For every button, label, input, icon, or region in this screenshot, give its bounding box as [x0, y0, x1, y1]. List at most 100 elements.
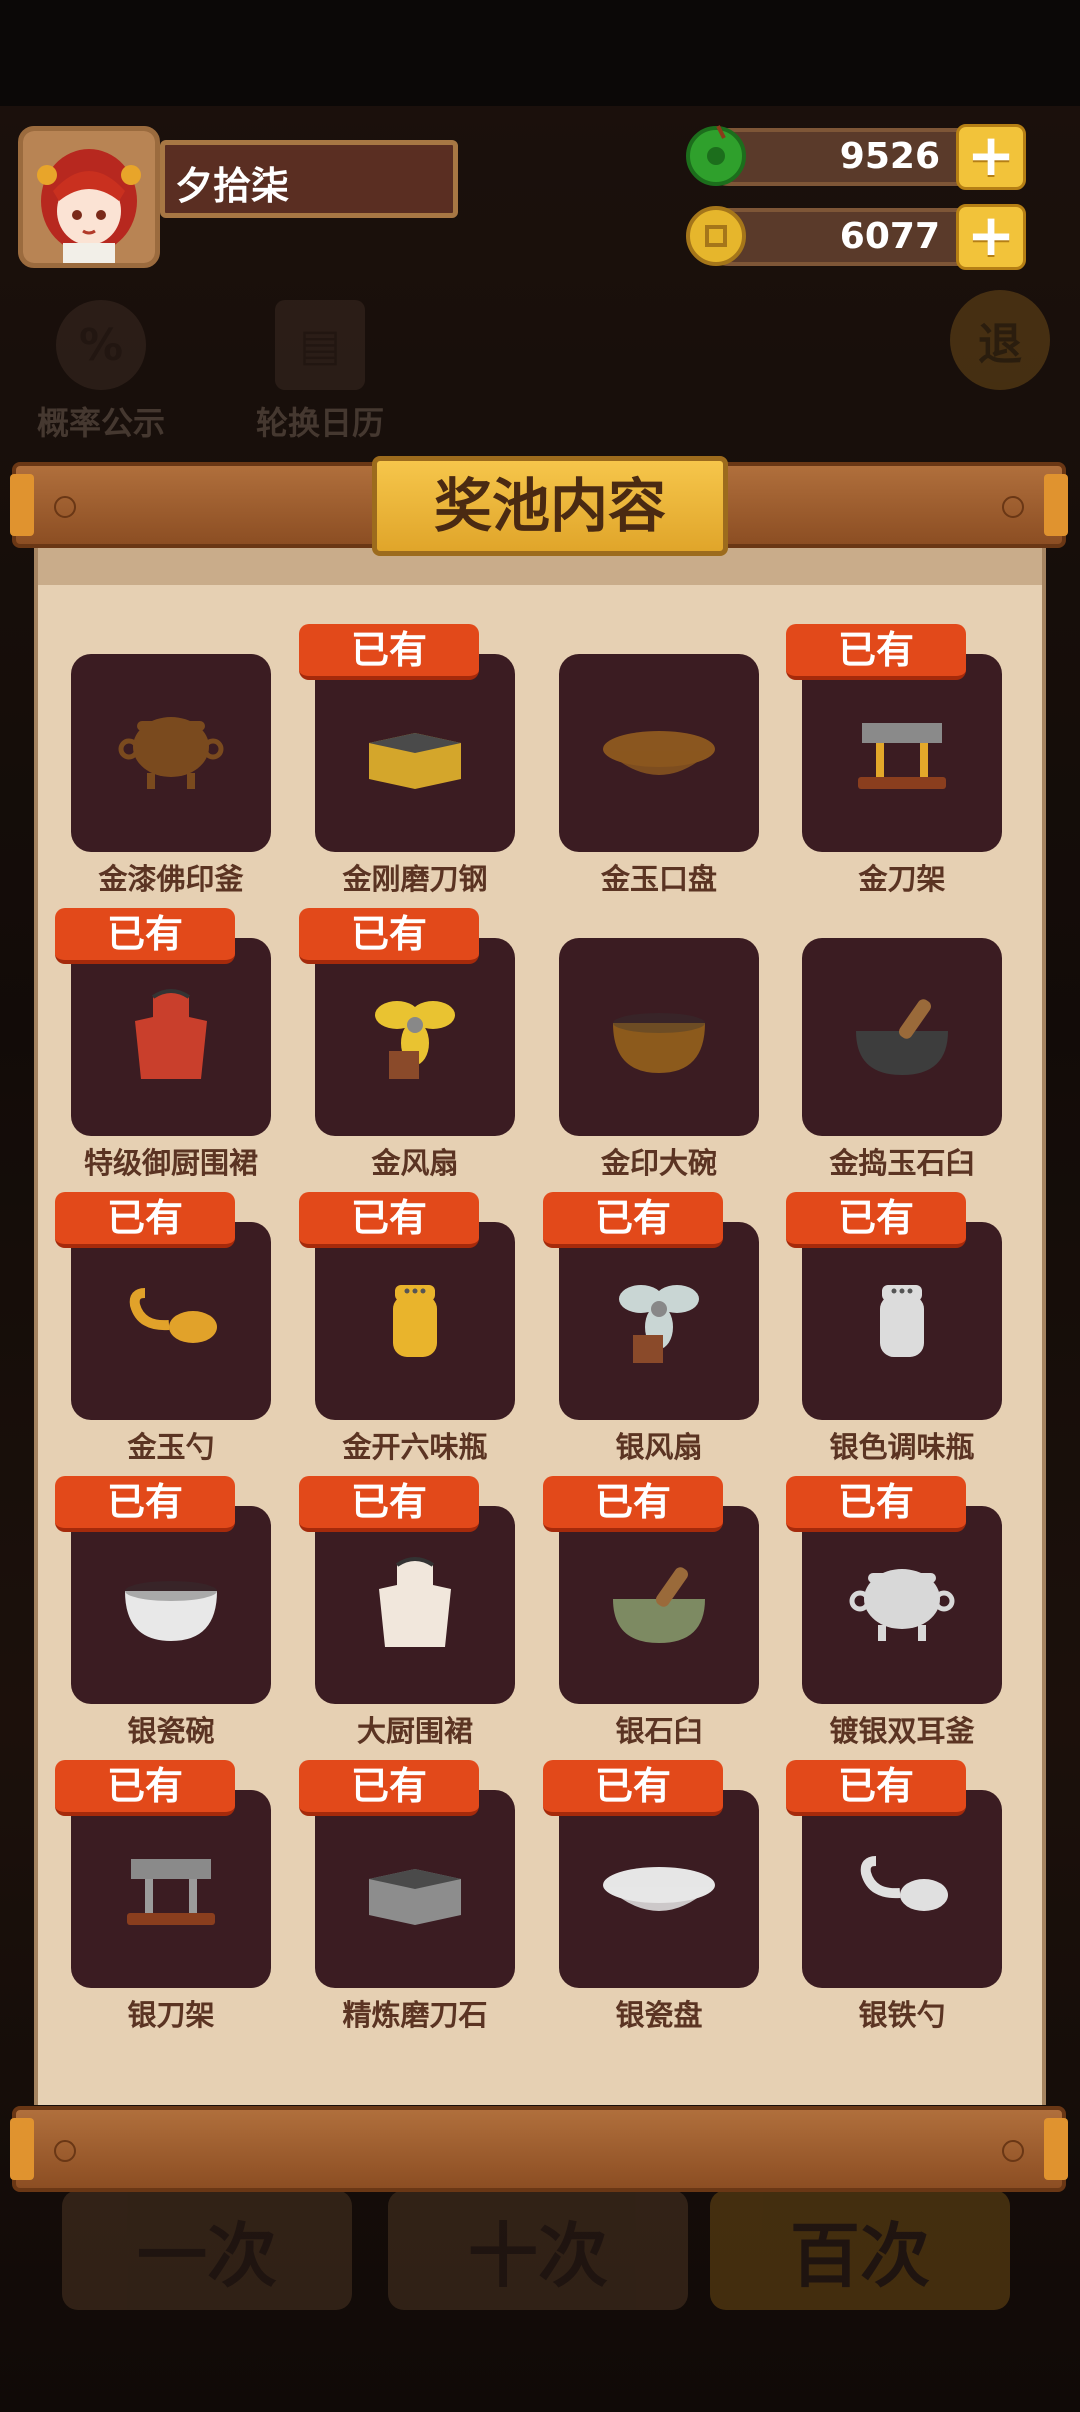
gold-currency-value: 6077 [839, 216, 940, 257]
rod-rivet [54, 496, 76, 518]
player-name: 夕拾柒 [175, 164, 290, 208]
prize-card [802, 1790, 1002, 1988]
knife-rack-icon [858, 723, 946, 789]
bowl-icon [613, 1013, 705, 1073]
owned-badge: 已有 [543, 1476, 723, 1532]
prize-card [802, 1222, 1002, 1420]
apron-icon [135, 989, 207, 1079]
prize-name: 金印大碗 [600, 1146, 717, 1180]
owned-badge: 已有 [55, 908, 235, 964]
add-gold-button[interactable]: + [956, 204, 1026, 270]
status-bar [0, 0, 1080, 108]
owned-badge: 已有 [543, 1760, 723, 1816]
prize-card [802, 1506, 1002, 1704]
prize-name: 银刀架 [127, 1998, 215, 2032]
prize-card [71, 1790, 271, 1988]
avatar[interactable] [18, 126, 160, 268]
calendar-icon: ▤ [275, 300, 365, 390]
owned-badge: 已有 [786, 1476, 966, 1532]
prize-name: 银石臼 [615, 1714, 703, 1748]
jade-currency-value: 9526 [839, 136, 940, 177]
fan-icon [619, 1285, 699, 1363]
exit-button[interactable]: 退 [945, 290, 1055, 398]
prize-card [559, 938, 759, 1136]
panel-title: 奖池内容 [433, 472, 666, 540]
prize-name: 银色调味瓶 [829, 1430, 975, 1464]
fan-icon [375, 1001, 455, 1079]
prize-card [71, 1506, 271, 1704]
shaker-icon [393, 1285, 437, 1357]
prize-name: 金玉勺 [127, 1430, 215, 1464]
owned-badge: 已有 [786, 1192, 966, 1248]
prize-name: 金刀架 [858, 862, 946, 896]
knife-rack-icon [127, 1859, 215, 1925]
apron-icon [379, 1557, 451, 1647]
owned-badge: 已有 [299, 1760, 479, 1816]
mortar-icon [613, 1567, 705, 1643]
spoon-icon [860, 1856, 948, 1911]
prize-card [71, 938, 271, 1136]
prize-name: 银铁勺 [858, 1998, 946, 2032]
owned-badge: 已有 [299, 1192, 479, 1248]
cauldron-icon [849, 1569, 955, 1641]
prize-card [315, 1222, 515, 1420]
add-jade-button[interactable]: + [956, 124, 1026, 190]
prize-name: 银瓷碗 [127, 1714, 215, 1748]
prize-name: 金开六味瓶 [342, 1430, 488, 1464]
prize-card [559, 1222, 759, 1420]
owned-badge: 已有 [299, 624, 479, 680]
rod-rivet [1002, 2140, 1024, 2162]
prize-name: 特级御厨围裙 [83, 1146, 258, 1180]
spoon-icon [129, 1288, 217, 1343]
owned-badge: 已有 [299, 1476, 479, 1532]
prize-name: 金漆佛印釜 [98, 862, 244, 896]
prize-name: 大厨围裙 [356, 1714, 473, 1748]
prize-name: 银风扇 [615, 1430, 703, 1464]
avatar-portrait-icon [23, 131, 155, 263]
prize-name: 金捣玉石臼 [829, 1146, 975, 1180]
draw-hundred-button[interactable]: 百次 [710, 2190, 1010, 2310]
probability-button[interactable]: % 概率公示 [26, 300, 176, 444]
prize-card [559, 654, 759, 852]
rod-rivet [54, 2140, 76, 2162]
exit-label: 退 [950, 290, 1050, 390]
whetstone-icon [369, 733, 461, 789]
prize-card [71, 654, 271, 852]
prize-card [802, 938, 1002, 1136]
draw-once-button[interactable]: 一次 [62, 2190, 352, 2310]
prize-name: 银瓷盘 [615, 1998, 703, 2032]
scroll-bottom-rod [10, 2106, 1068, 2192]
prize-card [315, 1790, 515, 1988]
calendar-label: 轮换日历 [255, 404, 384, 442]
prize-name: 精炼磨刀石 [342, 1998, 488, 2032]
prize-card [315, 654, 515, 852]
plate-icon [603, 1867, 715, 1911]
draw-ten-button[interactable]: 十次 [388, 2190, 688, 2310]
whetstone-icon [369, 1869, 461, 1925]
owned-badge: 已有 [786, 1760, 966, 1816]
calendar-button[interactable]: ▤ 轮换日历 [245, 300, 395, 444]
cauldron-icon [118, 717, 224, 789]
prize-card [559, 1790, 759, 1988]
owned-badge: 已有 [299, 908, 479, 964]
prize-name: 金玉口盘 [600, 862, 717, 896]
percent-icon: % [56, 300, 146, 390]
owned-badge: 已有 [55, 1192, 235, 1248]
prize-card [71, 1222, 271, 1420]
player-name-box: 夕拾柒 [160, 140, 458, 218]
jade-coin-icon [686, 125, 746, 186]
shaker-icon [880, 1285, 924, 1357]
rod-rivet [1002, 496, 1024, 518]
owned-badge: 已有 [543, 1192, 723, 1248]
prize-card [315, 1506, 515, 1704]
owned-badge: 已有 [55, 1760, 235, 1816]
prize-name: 镀银双耳釜 [829, 1714, 975, 1748]
plate-icon [603, 731, 715, 775]
prize-name: 金风扇 [371, 1146, 459, 1180]
prize-card [559, 1506, 759, 1704]
prize-card [315, 938, 515, 1136]
bowl-icon [125, 1581, 217, 1641]
prize-card [802, 654, 1002, 852]
mortar-icon [856, 999, 948, 1075]
probability-label: 概率公示 [36, 404, 165, 442]
